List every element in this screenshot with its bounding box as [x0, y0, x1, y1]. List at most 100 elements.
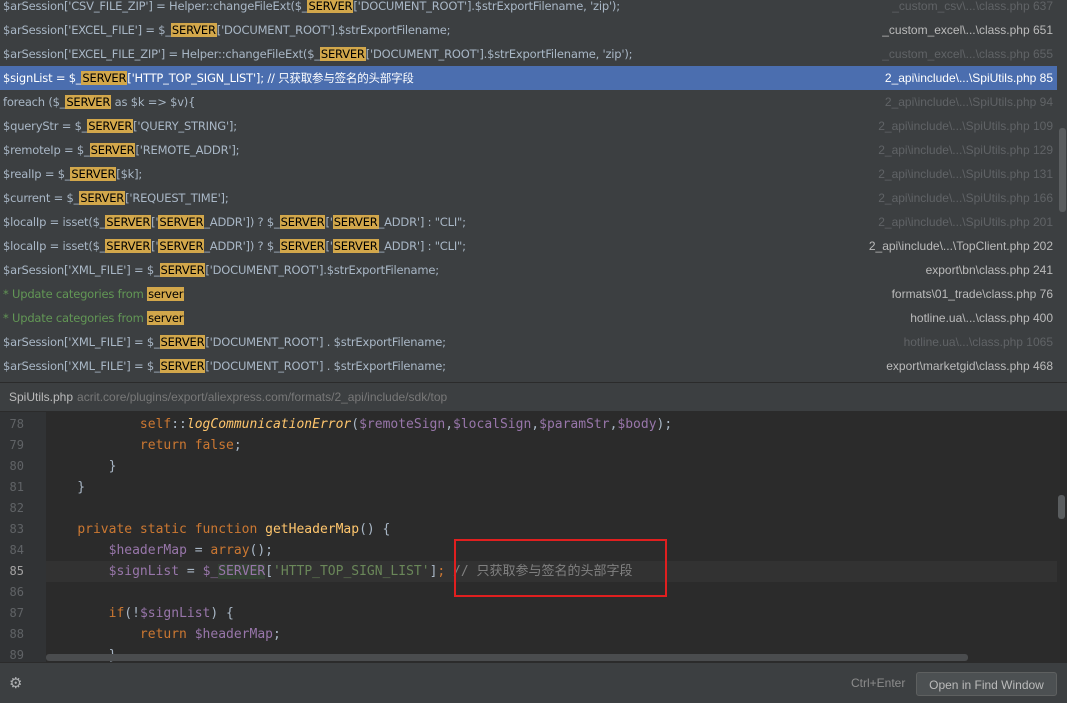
match-highlight: SERVER: [332, 215, 379, 229]
line-number: 79: [9, 438, 24, 452]
match-highlight: SERVER: [279, 215, 326, 229]
code-line: $headerMap = array();: [46, 540, 273, 561]
result-text: ['DOCUMENT_ROOT'].$strExportFilename, 'z…: [365, 47, 633, 61]
code-token: SERVER: [218, 564, 266, 579]
result-code: * Update categories from server: [3, 306, 185, 330]
result-comment: * Update categories from: [3, 311, 148, 325]
match-highlight: SERVER: [105, 239, 152, 253]
result-location: 2_api\include\...\SpiUtils.php 166: [878, 191, 1053, 205]
code-line: }: [46, 456, 117, 477]
code-token: getHeaderMap: [265, 522, 360, 537]
result-code: $localIp = isset($_SERVER['SERVER_ADDR']…: [3, 234, 466, 258]
preview-file-path: acrit.core/plugins/export/aliexpress.com…: [77, 390, 448, 404]
result-code: $arSession['EXCEL_FILE'] = $_SERVER['DOC…: [3, 18, 450, 42]
result-text: $arSession['XML_FILE'] = $_: [3, 359, 160, 373]
code-line: }: [46, 477, 85, 498]
result-comment: * Update categories from: [3, 287, 148, 301]
result-text: ['QUERY_STRING'];: [133, 119, 237, 133]
find-popup-footer: ⚙ Ctrl+Enter Open in Find Window: [0, 662, 1067, 703]
result-code: $queryStr = $_SERVER['QUERY_STRING'];: [3, 114, 237, 138]
result-row[interactable]: * Update categories from server formats\0…: [0, 282, 1057, 306]
result-row[interactable]: $arSession['XML_FILE'] = $_SERVER['DOCUM…: [0, 354, 1057, 378]
result-location: _custom_csv\...\class.php 637: [892, 0, 1053, 13]
result-location: formats\01_trade\class.php 76: [891, 287, 1053, 301]
code-token: }: [46, 459, 117, 474]
result-text: $localIp = isset($_: [3, 239, 106, 253]
result-location: hotline.ua\...\class.php 400: [910, 311, 1053, 325]
code-line: return $headerMap;: [46, 624, 281, 645]
result-row[interactable]: $localIp = isset($_SERVER['SERVER_ADDR']…: [0, 210, 1057, 234]
editor-horizontal-scrollbar[interactable]: [46, 654, 968, 661]
match-highlight: SERVER: [89, 143, 136, 157]
editor-scrollbar-thumb[interactable]: [1058, 495, 1065, 519]
result-text: ['DOCUMENT_ROOT'].$strExportFilename, 'z…: [353, 0, 620, 13]
result-row[interactable]: $arSession['EXCEL_FILE_ZIP'] = Helper::c…: [0, 42, 1057, 66]
find-results-list[interactable]: $arSession['CSV_FILE_ZIP'] = Helper::cha…: [0, 0, 1057, 380]
line-number: 83: [9, 522, 24, 536]
result-row[interactable]: $arSession['CSV_FILE_ZIP'] = Helper::cha…: [0, 0, 1057, 18]
result-location: export\marketgid\class.php 468: [886, 359, 1053, 373]
line-number: 78: [9, 417, 24, 431]
results-scrollbar-thumb[interactable]: [1059, 128, 1066, 212]
match-highlight: server: [147, 311, 185, 325]
preview-path-bar: SpiUtils.php acrit.core/plugins/export/al…: [0, 382, 1067, 412]
match-highlight: SERVER: [159, 335, 206, 349]
result-row[interactable]: $arSession['EXCEL_FILE'] = $_SERVER['DOC…: [0, 18, 1057, 42]
line-number: 88: [9, 627, 24, 641]
result-row[interactable]: * Update categories from server hotline.u…: [0, 306, 1057, 330]
result-code: $realIp = $_SERVER[$k];: [3, 162, 142, 186]
code-token: $headerMap: [108, 543, 187, 558]
result-row[interactable]: foreach ($_SERVER as $k => $v){2_api\inc…: [0, 90, 1057, 114]
line-number: 89: [9, 648, 24, 662]
preview-file-name: SpiUtils.php: [9, 390, 74, 404]
match-highlight: SERVER: [332, 239, 379, 253]
match-highlight: SERVER: [105, 215, 152, 229]
code-token: }: [46, 480, 86, 495]
code-token: ;: [233, 438, 242, 453]
line-number: 85: [9, 564, 24, 578]
result-text: as $k => $v){: [111, 95, 196, 109]
editor-scrollbar-track[interactable]: [1057, 412, 1067, 662]
result-code: $arSession['XML_FILE'] = $_SERVER['DOCUM…: [3, 330, 446, 354]
result-text: $queryStr = $_: [3, 119, 88, 133]
result-code: $signList = $_SERVER['HTTP_TOP_SIGN_LIST…: [3, 66, 414, 90]
code-token: private static function: [77, 522, 266, 537]
code-token: (: [351, 417, 360, 432]
code-token: self: [139, 417, 172, 432]
line-number: 80: [9, 459, 24, 473]
code-preview-editor[interactable]: 78 79 80 81 82 83 84 85 86 87 88 89 self::logCommun…: [0, 412, 1067, 662]
result-code: * Update categories from server: [3, 282, 185, 306]
code-token: return false: [139, 438, 234, 453]
gear-icon[interactable]: ⚙: [9, 676, 25, 692]
result-code: $arSession['CSV_FILE_ZIP'] = Helper::cha…: [3, 0, 620, 18]
match-highlight: SERVER: [65, 95, 112, 109]
result-text: ['DOCUMENT_ROOT'].$strExportFilename;: [216, 23, 451, 37]
result-text: $arSession['EXCEL_FILE_ZIP'] = Helper::c…: [3, 47, 320, 61]
result-text: $localIp = isset($_: [3, 215, 106, 229]
result-row[interactable]: $signList = $_SERVER['HTTP_TOP_SIGN_LIST…: [0, 66, 1057, 90]
code-token: =: [179, 564, 203, 579]
result-location: 2_api\include\...\SpiUtils.php 131: [878, 167, 1053, 181]
result-text: ['HTTP_TOP_SIGN_LIST']; // 只获取参与签名的头部字段: [127, 71, 414, 85]
result-text: _ADDR'] : "CLI";: [378, 239, 466, 253]
result-row[interactable]: $remoteIp = $_SERVER['REMOTE_ADDR']; 2_ap…: [0, 138, 1057, 162]
result-text: _ADDR'] : "CLI";: [378, 215, 466, 229]
result-row[interactable]: $queryStr = $_SERVER['QUERY_STRING']; 2_a…: [0, 114, 1057, 138]
result-text: ['DOCUMENT_ROOT'].$strExportFilename;: [205, 263, 439, 277]
result-row[interactable]: $localIp = isset($_SERVER['SERVER_ADDR']…: [0, 234, 1057, 258]
code-token: $signList: [108, 564, 180, 579]
result-row[interactable]: $realIp = $_SERVER[$k]; 2_api\include\...…: [0, 162, 1057, 186]
result-row[interactable]: $arSession['XML_FILE'] = $_SERVER['DOCUM…: [0, 330, 1057, 354]
code-token: $localSign: [453, 417, 532, 432]
code-token: logCommunicationError: [186, 417, 352, 432]
result-text: $arSession['XML_FILE'] = $_: [3, 263, 160, 277]
result-row[interactable]: $arSession['XML_FILE'] = $_SERVER['DOCUM…: [0, 258, 1057, 282]
result-row[interactable]: $current = $_SERVER['REQUEST_TIME']; 2_ap…: [0, 186, 1057, 210]
match-highlight: SERVER: [170, 23, 217, 37]
result-code: $current = $_SERVER['REQUEST_TIME'];: [3, 186, 229, 210]
match-highlight: server: [147, 287, 185, 301]
result-location: 2_api\include\...\SpiUtils.php 109: [878, 119, 1053, 133]
open-in-find-window-button[interactable]: Open in Find Window: [916, 672, 1057, 696]
